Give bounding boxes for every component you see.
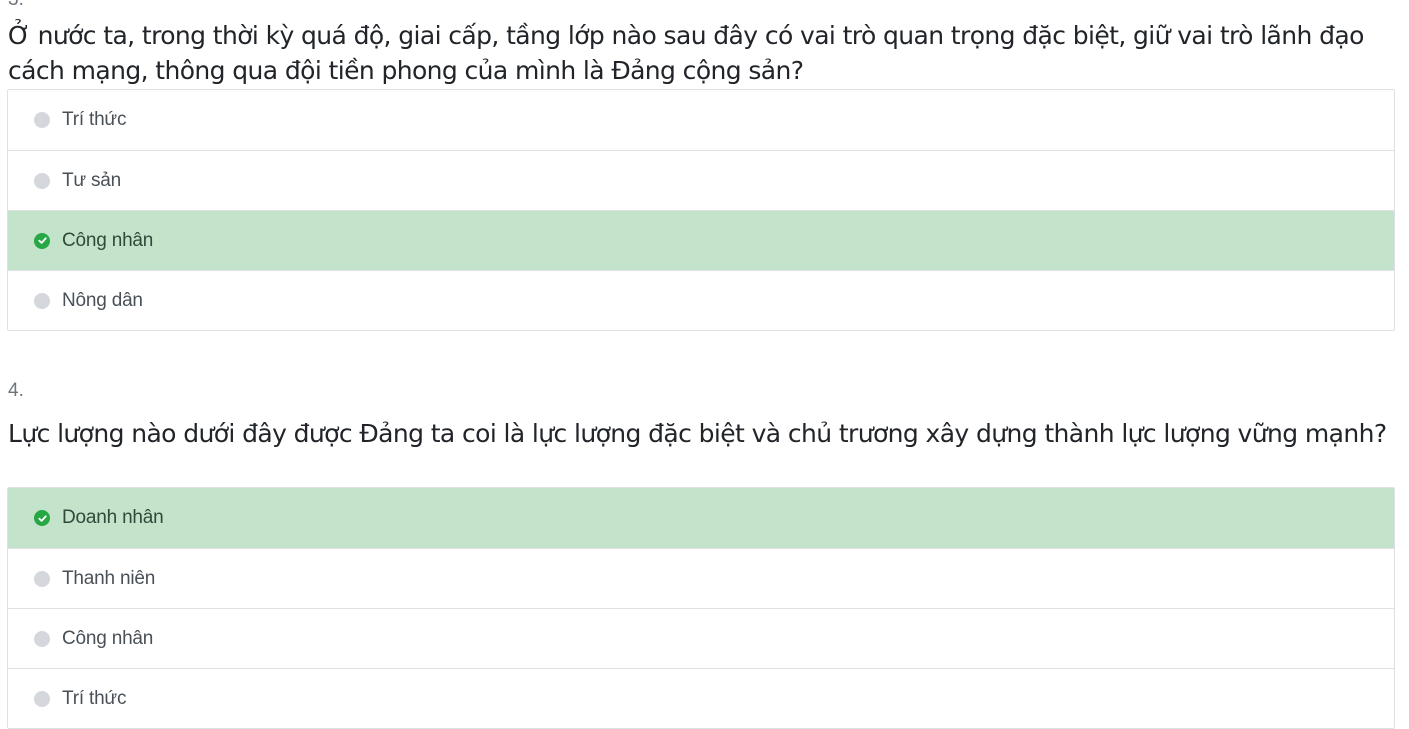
answer-label: Công nhân — [62, 229, 154, 251]
answer-list: Trí thức Tư sản Công nhân Nông dân — [7, 89, 1395, 331]
question-3: 3. Ở nước ta, trong thời kỳ quá độ, giai… — [7, 0, 1395, 331]
answer-label: Tư sản — [62, 169, 122, 191]
question-number: 4. — [8, 380, 24, 401]
check-circle-icon — [34, 510, 50, 526]
answer-label: Nông dân — [62, 289, 143, 311]
answer-option[interactable]: Nông dân — [8, 270, 1394, 330]
answer-list: Doanh nhân Thanh niên Công nhân Trí thức — [7, 487, 1395, 729]
answer-label: Công nhân — [62, 627, 154, 649]
answer-option[interactable]: Tư sản — [8, 150, 1394, 210]
check-circle-icon — [34, 232, 50, 249]
answer-option-correct[interactable]: Công nhân — [8, 210, 1394, 270]
answer-label: Thanh niên — [62, 567, 156, 589]
answer-label: Trí thức — [62, 109, 127, 130]
radio-circle-icon — [34, 292, 50, 309]
answer-label: Trí thức — [62, 687, 127, 709]
answer-option[interactable]: Trí thức — [8, 668, 1394, 728]
question-text: Lực lượng nào dưới đây được Đảng ta coi … — [8, 419, 1387, 448]
radio-circle-icon — [34, 570, 50, 587]
question-text: Ở nước ta, trong thời kỳ quá độ, giai cấ… — [8, 21, 1364, 85]
radio-circle-icon — [34, 112, 50, 128]
answer-option[interactable]: Trí thức — [8, 90, 1394, 150]
radio-circle-icon — [34, 630, 50, 647]
question-number: 3. — [7, 0, 1395, 12]
radio-circle-icon — [34, 172, 50, 189]
question-4: 4. Lực lượng nào dưới đây được Đảng ta c… — [7, 379, 1395, 729]
answer-option[interactable]: Thanh niên — [8, 548, 1394, 608]
radio-circle-icon — [34, 690, 50, 707]
answer-label: Doanh nhân — [62, 507, 164, 528]
answer-option-correct[interactable]: Doanh nhân — [8, 488, 1394, 548]
answer-option[interactable]: Công nhân — [8, 608, 1394, 668]
